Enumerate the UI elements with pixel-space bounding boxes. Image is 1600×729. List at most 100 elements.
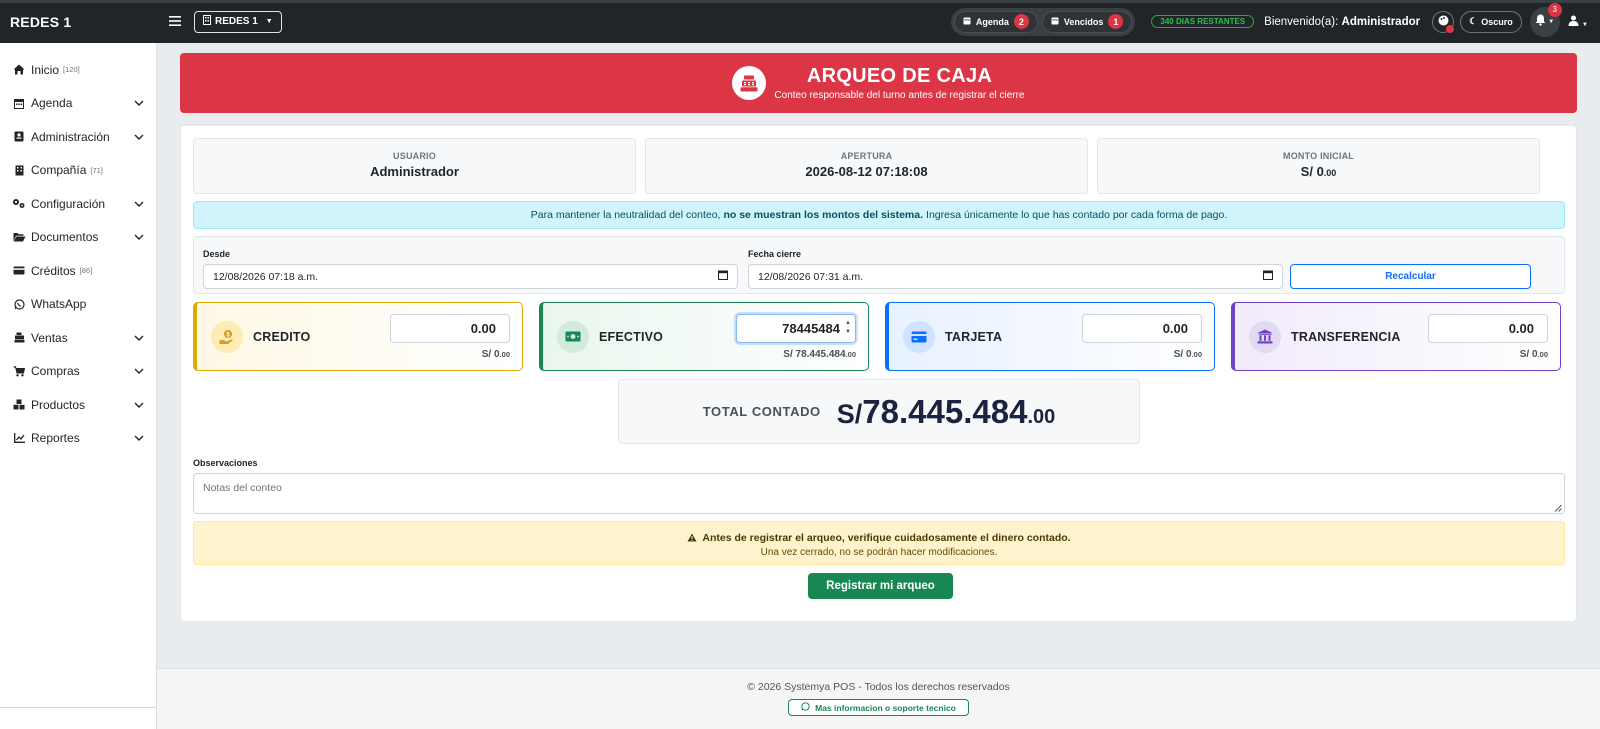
observaciones-textarea[interactable]: Notas del conteo [193,473,1565,514]
desde-input[interactable]: 12/08/2026 07:18 a.m. [203,264,738,289]
payment-card-credito: $ CREDITO 0.00 S/ 0.00 [193,302,523,371]
total-value: S/78.445.484.00 [837,393,1056,431]
date-range-panel: Desde 12/08/2026 07:18 a.m. Fecha cierre… [193,236,1565,294]
payment-card-transferencia: TRANSFERENCIA 0.00 S/ 0.00 [1231,302,1561,371]
transferencia-amount-display: S/ 0.00 [1520,349,1548,360]
warning-line-2: Una vez cerrado, no se podrán hacer modi… [760,547,998,558]
moon-icon: ☾ [1469,16,1478,26]
company-selector-label: REDES 1 [215,16,258,27]
resize-grip-icon[interactable] [1554,503,1562,512]
calendar-icon [963,16,971,27]
vencidos-count-badge: 1 [1108,14,1124,29]
palette-button[interactable] [1432,10,1455,33]
notifications-button[interactable]: ▼ 3 [1529,2,1562,37]
transferencia-cents: .00 [1537,350,1548,359]
warning-triangle-icon [687,532,702,544]
sidebar-item-inicio[interactable]: Inicio [120] [0,53,156,87]
sidebar-item-productos[interactable]: Productos [0,388,156,422]
chevron-down-icon [134,199,144,209]
credito-amount-input[interactable]: 0.00 [390,314,510,343]
footer: © 2026 Systemya POS - Todos los derechos… [157,668,1600,729]
payment-name: CREDITO [253,329,311,344]
agenda-count-badge: 2 [1013,14,1029,29]
vencidos-pill[interactable]: Vencidos 1 [1041,10,1133,33]
theme-toggle-button[interactable]: ☾ Oscuro [1460,10,1522,33]
sidebar-item-whatsapp[interactable]: WhatsApp [0,288,156,322]
monto-inicial-box: MONTO INICIAL S/ 0.00 [1097,138,1540,194]
calendar-icon[interactable] [1263,270,1273,283]
cash-register-icon [732,66,767,100]
welcome-text: Bienvenido(a): Administrador [1264,16,1420,28]
chevron-down-icon [134,366,144,376]
main-content: ARQUEO DE CAJA Conteo responsable del tu… [157,43,1600,729]
payment-name: TARJETA [945,329,1003,344]
sidebar: Inicio [120] Agenda Administración Compa… [0,43,157,729]
notice-text-after: Ingresa únicamente lo que has contado po… [926,209,1228,221]
folder-open-icon [11,232,27,242]
notice-text-before: Para mantener la neutralidad del conteo, [530,209,721,221]
company-selector[interactable]: REDES 1 ▼ [194,10,282,33]
sidebar-item-count: [120] [63,65,80,75]
tarjeta-amount-display: S/ 0.00 [1174,349,1202,360]
tarjeta-amount-input[interactable]: 0.00 [1082,314,1202,343]
efectivo-cents: .00 [845,350,856,359]
credit-card-icon [11,266,27,275]
menu-toggle-icon[interactable] [156,13,194,30]
chevron-down-icon [134,132,144,142]
sidebar-item-administracion[interactable]: Administración [0,120,156,154]
notice-text-bold: no se muestran los montos del sistema. [723,209,924,221]
app-brand[interactable]: REDES 1 [0,14,156,30]
agenda-pill-label: Agenda [975,16,1009,27]
support-link[interactable]: Mas informacion o soporte tecnico [788,699,969,716]
page-subtitle: Conteo responsable del turno antes de re… [774,90,1025,101]
observaciones-label: Observaciones [193,458,258,468]
bank-icon [1249,320,1281,353]
total-label: TOTAL CONTADO [702,404,821,419]
sidebar-item-label: Inicio [31,62,60,77]
usuario-value: Administrador [370,164,459,179]
number-spinner-icon[interactable]: ▲ ▼ [845,319,851,337]
sidebar-item-count: [71] [90,165,103,175]
recalcular-button[interactable]: Recalcular [1290,264,1531,289]
sidebar-item-label: Configuración [31,196,106,211]
page-header: ARQUEO DE CAJA Conteo responsable del tu… [180,53,1577,113]
total-amount: 78.445.484 [862,392,1028,430]
total-cents: .00 [1027,405,1056,428]
whatsapp-icon [801,702,810,713]
sidebar-item-agenda[interactable]: Agenda [0,87,156,121]
chevron-down-icon [134,98,144,108]
efectivo-amount: S/ 78.445.484 [783,349,846,360]
chevron-down-icon [134,400,144,410]
sidebar-item-creditos[interactable]: Créditos [86] [0,254,156,288]
sidebar-item-configuracion[interactable]: Configuración [0,187,156,221]
efectivo-amount-input[interactable]: 78445484 ▲ ▼ [736,314,856,343]
sidebar-item-reportes[interactable]: Reportes [0,422,156,456]
calendar-icon[interactable] [718,270,728,283]
sidebar-item-ventas[interactable]: Ventas [0,321,156,355]
payment-card-efectivo: EFECTIVO 78445484 ▲ ▼ S/ 78.445.484.00 [539,302,869,371]
fecha-cierre-input[interactable]: 12/08/2026 07:31 a.m. [748,264,1283,289]
sidebar-item-documentos[interactable]: Documentos [0,221,156,255]
hand-money-icon: $ [211,320,243,353]
sidebar-item-compania[interactable]: Compañía [71] [0,154,156,188]
top-navbar: REDES 1 REDES 1 ▼ Agenda 2 Vencidos 1 34… [0,0,1600,43]
chart-line-icon [11,433,27,444]
registrar-arqueo-button[interactable]: Registrar mi arqueo [808,573,953,599]
notifications-count-badge: 3 [1547,2,1562,17]
sidebar-item-label: Compras [31,364,80,379]
sidebar-item-compras[interactable]: Compras [0,355,156,389]
sidebar-item-label: Administración [31,129,110,144]
transferencia-amount-input[interactable]: 0.00 [1428,314,1548,343]
boxes-icon [11,399,27,410]
user-menu-icon[interactable]: ▼ [1568,15,1588,29]
building-icon [11,165,27,176]
agenda-pill[interactable]: Agenda 2 [953,10,1038,33]
bell-icon [1535,14,1546,29]
credito-cents: .00 [499,350,510,359]
cart-icon [11,366,27,377]
sidebar-item-label: Ventas [31,330,68,345]
credito-amount: S/ 0 [481,349,500,360]
caret-down-icon: ▼ [265,18,273,25]
alerts-group: Agenda 2 Vencidos 1 [950,7,1136,36]
warning-line-1: Antes de registrar el arqueo, verifique … [194,532,1564,544]
